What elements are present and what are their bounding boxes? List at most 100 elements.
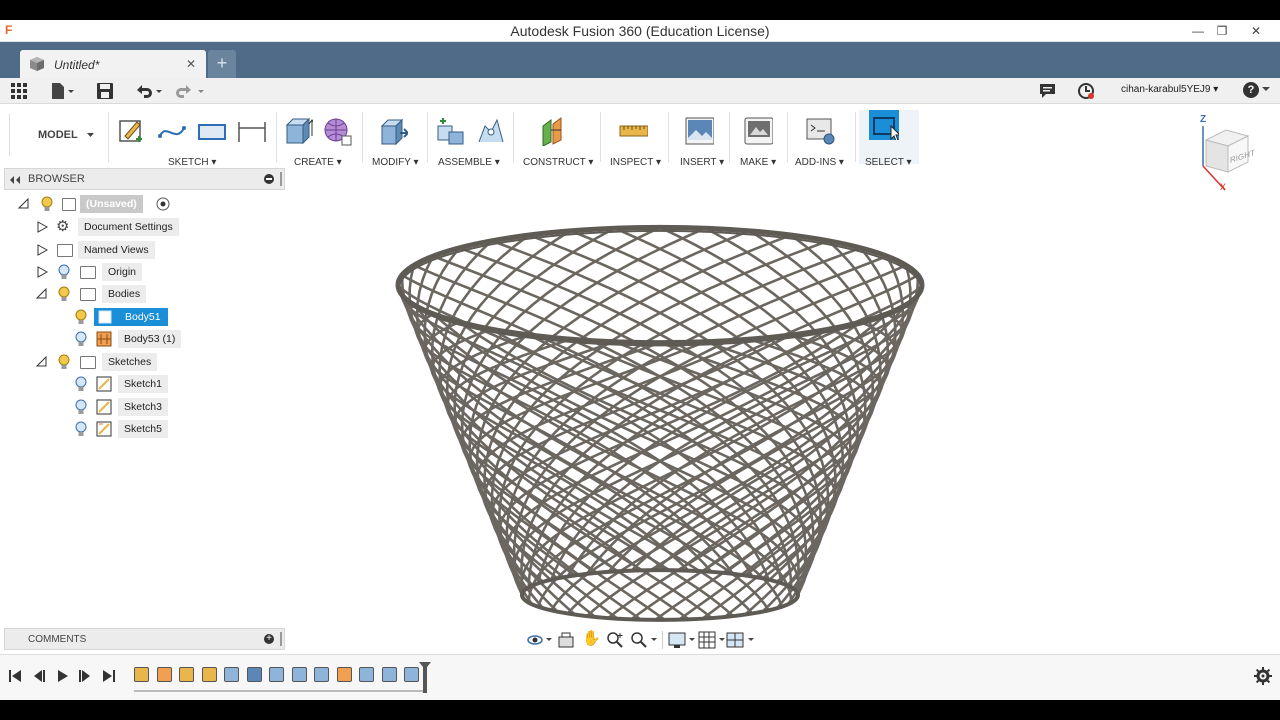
tree-node-sketches[interactable]: Sketches [36, 353, 276, 371]
3d-print-icon[interactable] [743, 116, 773, 146]
undo-icon[interactable] [134, 82, 164, 100]
tree-node-sketch3[interactable]: Sketch3 [74, 398, 274, 416]
add-comment-icon[interactable]: + [264, 634, 274, 644]
expanded-triangle-icon[interactable] [36, 288, 48, 300]
visibility-bulb-icon[interactable] [74, 309, 88, 325]
tree-root-node[interactable]: (Unsaved) [18, 195, 278, 213]
insert-image-icon[interactable] [684, 116, 714, 146]
restore-button[interactable]: ❐ [1208, 21, 1236, 41]
step-back-icon[interactable] [32, 669, 46, 683]
press-pull-icon[interactable] [378, 116, 408, 146]
visibility-bulb-icon[interactable] [74, 421, 88, 437]
tree-node-bodies[interactable]: Bodies [36, 285, 276, 303]
comments-panel-header[interactable]: COMMENTS + [4, 628, 285, 650]
browser-panel-header[interactable]: BROWSER [4, 168, 285, 190]
measure-icon[interactable] [618, 116, 648, 146]
timeline-feature-pattern-icon[interactable] [269, 667, 284, 682]
panel-pin-icon[interactable] [280, 172, 282, 186]
select-icon[interactable] [869, 110, 899, 140]
x-axis-label: X [1220, 182, 1227, 192]
tree-node-sketch1[interactable]: Sketch1 [74, 375, 274, 393]
sketch-menu[interactable]: SKETCH ▾ [168, 157, 216, 168]
offset-plane-icon[interactable] [539, 116, 569, 146]
panel-pin-icon[interactable] [280, 632, 282, 646]
collapsed-triangle-icon[interactable] [36, 244, 48, 256]
joint-icon[interactable] [475, 116, 505, 146]
new-tab-button[interactable]: + [208, 50, 236, 78]
create-sketch-icon[interactable] [117, 116, 147, 146]
help-icon[interactable]: ? [1243, 82, 1259, 98]
workspace-switcher[interactable]: MODEL [9, 114, 107, 156]
tab-untitled[interactable]: Untitled* ✕ [20, 50, 206, 78]
display-settings-icon[interactable] [668, 631, 696, 649]
close-window-button[interactable]: ✕ [1242, 21, 1270, 41]
spline-icon[interactable] [156, 116, 186, 146]
timeline-feature-revolve-icon[interactable] [156, 667, 172, 682]
view-cube[interactable]: Z RIGHT X [1198, 114, 1268, 196]
job-status-clock-icon[interactable] [1077, 82, 1095, 100]
timeline-feature-move-icon[interactable] [246, 667, 262, 682]
visibility-bulb-icon[interactable] [74, 376, 88, 392]
play-icon[interactable] [56, 669, 70, 683]
rectangle-icon[interactable] [196, 116, 226, 146]
create-menu[interactable]: CREATE ▾ [294, 157, 342, 168]
timeline-marker-icon[interactable] [417, 661, 433, 695]
timeline-feature-body-icon[interactable] [336, 667, 352, 682]
pan-hand-icon[interactable]: ✋ [582, 631, 601, 646]
extrude-icon[interactable] [283, 116, 313, 146]
data-panel-grid-icon[interactable] [10, 82, 28, 100]
file-menu-icon[interactable] [50, 82, 76, 100]
timeline-feature-sketch-icon[interactable] [201, 667, 217, 682]
comments-icon[interactable] [1039, 83, 1057, 99]
wire-basket-model[interactable] [380, 165, 940, 635]
timeline-feature-sweep-icon[interactable] [224, 667, 239, 682]
browser-tree: (Unsaved) ⚙ Document Settings Named View… [0, 190, 285, 630]
scripts-addins-icon[interactable] [805, 116, 835, 146]
fit-zoom-icon[interactable] [630, 631, 658, 649]
step-forward-icon[interactable] [78, 669, 92, 683]
tree-node-body53[interactable]: Body53 (1) [74, 330, 274, 348]
redo-icon[interactable] [174, 82, 206, 100]
timeline-feature-sweep-icon[interactable] [381, 667, 397, 682]
tree-node-origin[interactable]: Origin [36, 263, 276, 281]
visibility-bulb-icon[interactable] [57, 286, 71, 302]
go-to-start-icon[interactable] [8, 669, 22, 683]
tree-node-body51[interactable]: Body51 [74, 308, 274, 326]
basket-wires [396, 226, 924, 622]
look-at-icon[interactable] [557, 631, 575, 649]
timeline-feature-sketch-icon[interactable] [179, 667, 194, 682]
tree-node-named-views[interactable]: Named Views [36, 241, 276, 259]
close-tab-icon[interactable]: ✕ [186, 57, 196, 71]
zoom-icon[interactable] [606, 631, 624, 649]
expanded-triangle-icon[interactable] [36, 356, 48, 368]
user-account-menu[interactable]: cihan-karabul5YEJ9 ▾ [1121, 84, 1218, 95]
timeline-feature-sweep-icon[interactable] [359, 667, 374, 682]
visibility-bulb-icon[interactable] [74, 331, 88, 347]
timeline-feature-pattern-icon[interactable] [314, 667, 329, 682]
new-component-icon[interactable] [435, 116, 465, 146]
ribbon-separator [362, 112, 363, 162]
timeline-settings-gear-icon[interactable] [1254, 667, 1272, 685]
viewports-icon[interactable] [726, 631, 756, 649]
visibility-bulb-icon[interactable] [57, 354, 71, 370]
visibility-bulb-icon[interactable] [57, 264, 71, 280]
collapsed-triangle-icon[interactable] [36, 221, 48, 233]
expanded-triangle-icon[interactable] [18, 198, 30, 210]
collapse-panel-icon[interactable] [9, 176, 21, 184]
timeline-feature-pattern-icon[interactable] [291, 667, 307, 682]
sketch-dimension-icon[interactable] [236, 116, 266, 146]
minus-glyph [266, 178, 272, 180]
tree-node-document-settings[interactable]: ⚙ Document Settings [36, 218, 276, 236]
grid-settings-icon[interactable] [698, 631, 726, 649]
tree-node-sketch5[interactable]: Sketch5 [74, 420, 274, 438]
help-dropdown-icon[interactable] [1262, 87, 1270, 93]
form-sculpt-icon[interactable] [322, 116, 352, 146]
visibility-bulb-icon[interactable] [74, 399, 88, 415]
timeline-feature-sketch-icon[interactable] [134, 667, 149, 682]
activate-radio-icon[interactable] [156, 197, 170, 211]
collapsed-triangle-icon[interactable] [36, 266, 48, 278]
go-to-end-icon[interactable] [102, 669, 116, 683]
save-icon[interactable] [96, 82, 114, 100]
visibility-bulb-icon[interactable] [40, 196, 54, 212]
orbit-icon[interactable] [526, 631, 552, 649]
